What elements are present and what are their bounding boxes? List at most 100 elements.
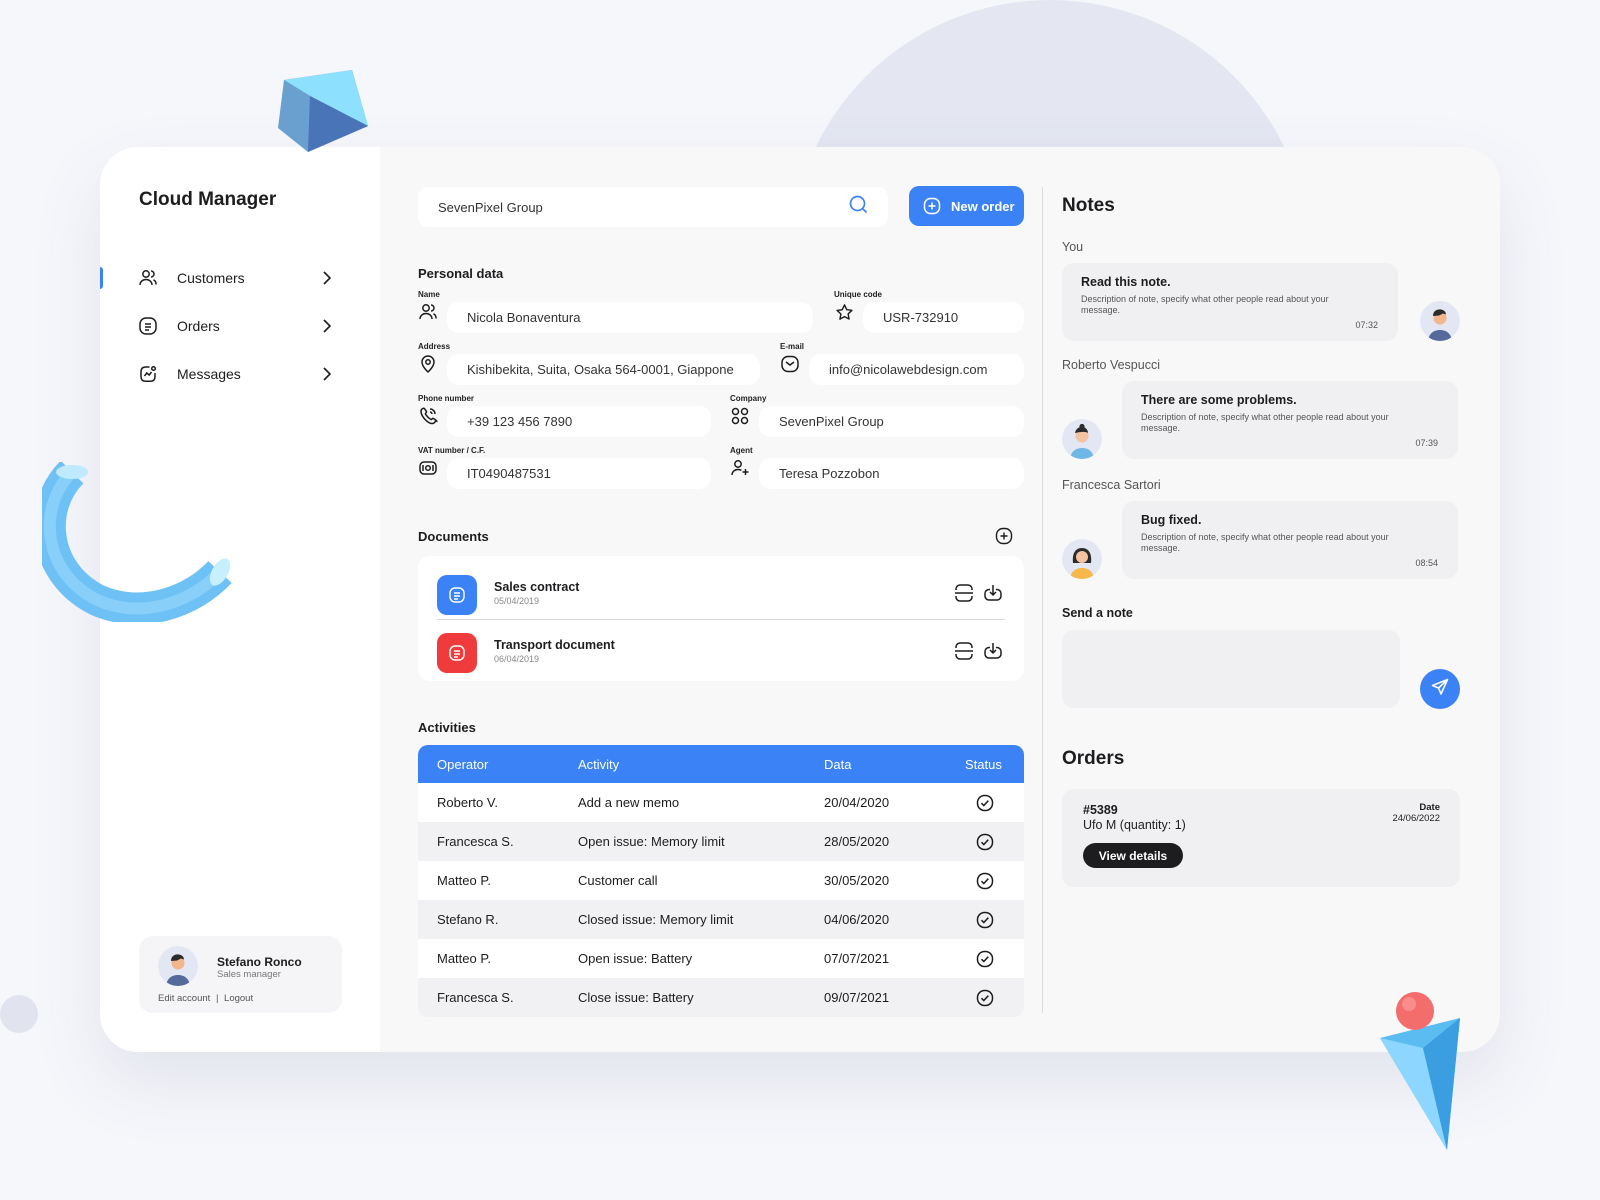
document-row[interactable]: Sales contract 05/04/2019 — [418, 565, 1024, 623]
avatar — [1062, 539, 1102, 579]
note-bubble[interactable]: There are some problems. Description of … — [1122, 381, 1458, 459]
note-bubble[interactable]: Bug fixed. Description of note, specify … — [1122, 501, 1458, 579]
ring-decoration — [42, 462, 232, 622]
send-button[interactable] — [1420, 669, 1460, 709]
activity-cell: Open issue: Battery — [578, 951, 693, 966]
user-name: Stefano Ronco — [217, 955, 302, 969]
document-icon — [437, 575, 477, 615]
documents-list: Sales contract 05/04/2019 Transport docu… — [418, 556, 1024, 681]
edit-account-link[interactable]: Edit account — [158, 993, 210, 1004]
date-cell: 07/07/2021 — [824, 951, 890, 966]
location-pin-icon — [418, 354, 438, 374]
company-field[interactable]: SevenPixel Group — [759, 406, 1024, 437]
scan-icon[interactable] — [954, 584, 974, 607]
order-item: Ufo M (quantity: 1) — [1083, 818, 1186, 832]
operator-cell: Matteo P. — [437, 951, 491, 966]
table-row[interactable]: Francesca S. Close issue: Battery 09/07/20… — [418, 978, 1024, 1017]
logout-link[interactable]: Logout — [224, 993, 253, 1004]
sidebar-item-label: Messages — [177, 366, 241, 382]
search-value: SevenPixel Group — [438, 199, 543, 215]
unique-code-field[interactable]: USR-732910 — [863, 302, 1024, 333]
document-name: Sales contract — [494, 580, 580, 594]
column-header-operator[interactable]: Operator — [437, 745, 488, 783]
note-description: Description of note, specify what other … — [1141, 412, 1389, 433]
avatar — [1420, 301, 1460, 341]
send-note-label: Send a note — [1062, 606, 1133, 620]
sidebar-item-customers[interactable]: Customers — [100, 258, 380, 298]
order-card: #5389 Ufo M (quantity: 1) Date 24/06/202… — [1062, 789, 1460, 887]
document-date: 05/04/2019 — [494, 596, 540, 606]
date-cell: 04/06/2020 — [824, 912, 890, 927]
activity-cell: Close issue: Battery — [578, 990, 694, 1005]
date-cell: 28/05/2020 — [824, 834, 890, 849]
user-icon — [418, 302, 438, 322]
active-indicator — [100, 267, 103, 289]
column-header-activity[interactable]: Activity — [578, 745, 619, 783]
documents-title: Documents — [418, 529, 489, 544]
send-icon — [1431, 678, 1449, 701]
app-title: Cloud Manager — [139, 189, 277, 210]
address-field[interactable]: Kishibekita, Suita, Osaka 564-0001, Giap… — [447, 354, 760, 385]
note-textarea[interactable] — [1062, 630, 1400, 708]
table-header: Operator Activity Data Status — [418, 745, 1024, 783]
document-date: 06/04/2019 — [494, 654, 540, 664]
agent-field[interactable]: Teresa Pozzobon — [759, 458, 1024, 489]
notes-title: Notes — [1062, 195, 1115, 216]
table-row[interactable]: Francesca S. Open issue: Memory limit 28/0… — [418, 822, 1024, 861]
email-label: E-mail — [780, 342, 805, 351]
sidebar-item-label: Customers — [177, 270, 245, 286]
new-order-button[interactable]: New order — [909, 186, 1024, 226]
status-check-icon — [976, 978, 994, 1017]
chevron-right-icon — [322, 367, 332, 386]
note-author: Francesca Sartori — [1062, 478, 1161, 492]
document-row[interactable]: Transport document 06/04/2019 — [418, 623, 1024, 681]
add-document-icon[interactable] — [995, 527, 1013, 550]
order-date-label: Date — [1419, 802, 1440, 813]
table-body: Roberto V. Add a new memo 20/04/2020 France… — [418, 783, 1024, 1017]
name-field[interactable]: Nicola Bonaventura — [447, 302, 813, 333]
table-row[interactable]: Matteo P. Open issue: Battery 07/07/2021 — [418, 939, 1024, 978]
table-row[interactable]: Roberto V. Add a new memo 20/04/2020 — [418, 783, 1024, 822]
email-field[interactable]: info@nicolawebdesign.com — [809, 354, 1024, 385]
cone-decoration — [1380, 992, 1460, 1150]
company-label: Company — [730, 394, 767, 403]
document-name: Transport document — [494, 638, 615, 652]
sidebar-item-messages[interactable]: Messages — [100, 354, 380, 394]
user-role: Sales manager — [217, 969, 281, 980]
download-icon[interactable] — [983, 583, 1003, 608]
chevron-right-icon — [322, 271, 332, 290]
document-icon — [437, 633, 477, 673]
search-input[interactable]: SevenPixel Group — [418, 187, 888, 227]
note-title: Read this note. — [1081, 275, 1171, 289]
sidebar-item-orders[interactable]: Orders — [100, 306, 380, 346]
cube-decoration — [278, 70, 368, 152]
table-row[interactable]: Stefano R. Closed issue: Memory limit 04/0… — [418, 900, 1024, 939]
scan-icon[interactable] — [954, 642, 974, 665]
date-cell: 09/07/2021 — [824, 990, 890, 1005]
download-icon[interactable] — [983, 641, 1003, 666]
note-time: 07:39 — [1415, 438, 1438, 448]
avatar — [158, 946, 198, 986]
note-bubble[interactable]: Read this note. Description of note, spe… — [1062, 263, 1398, 341]
search-icon[interactable] — [849, 195, 868, 219]
activities-table: Operator Activity Data Status Roberto V.… — [418, 745, 1024, 1017]
column-header-data[interactable]: Data — [824, 745, 851, 783]
note-title: There are some problems. — [1141, 393, 1297, 407]
orders-title: Orders — [1062, 748, 1125, 769]
activity-cell: Closed issue: Memory limit — [578, 912, 734, 927]
name-label: Name — [418, 290, 440, 299]
add-user-icon — [730, 458, 750, 478]
note-author: Roberto Vespucci — [1062, 358, 1160, 372]
phone-field[interactable]: +39 123 456 7890 — [447, 406, 711, 437]
view-details-button[interactable]: View details — [1083, 843, 1183, 868]
phone-label: Phone number — [418, 394, 475, 403]
personal-data-title: Personal data — [418, 266, 504, 281]
app-window: Cloud Manager Customers Orders Messages — [100, 147, 1500, 1052]
column-header-status[interactable]: Status — [965, 745, 1002, 783]
status-check-icon — [976, 900, 994, 939]
table-row[interactable]: Matteo P. Customer call 30/05/2020 — [418, 861, 1024, 900]
order-date: 24/06/2022 — [1392, 813, 1440, 824]
vat-field[interactable]: IT0490487531 — [447, 458, 711, 489]
operator-cell: Roberto V. — [437, 795, 498, 810]
note-author: You — [1062, 240, 1084, 254]
